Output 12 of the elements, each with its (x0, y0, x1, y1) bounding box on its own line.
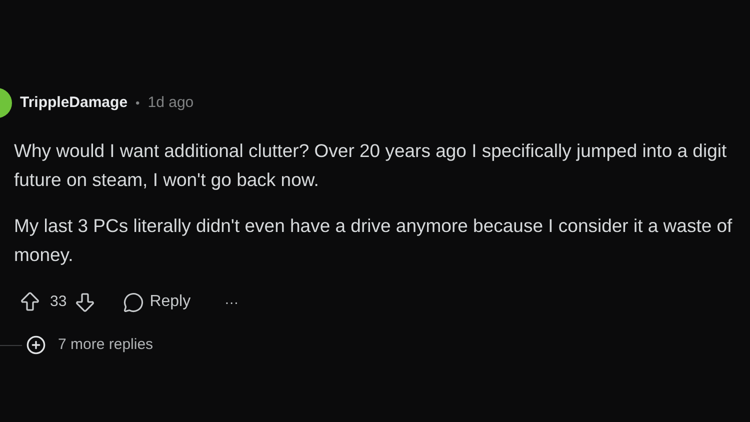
upvote-icon[interactable] (18, 290, 42, 314)
vote-count: 33 (50, 292, 67, 312)
comment-paragraph: Why would I want additional clutter? Over 20 years ago I specifically jumped into a digit future on steam, I won't go back now. (14, 139, 727, 192)
more-options-button[interactable]: ··· (224, 292, 239, 312)
author-name[interactable]: TrippleDamage (20, 92, 128, 114)
comment-time: 1d ago (148, 92, 194, 113)
more-replies-button[interactable]: 7 more replies (26, 334, 154, 356)
separator-dot: • (136, 95, 140, 112)
comment-paragraph: My last 3 PCs literally didn't even have a drive anymore because I consider it a waste of money. (14, 214, 732, 267)
speech-bubble-icon (122, 292, 144, 312)
reply-button[interactable]: Reply (122, 290, 191, 314)
plus-circle-icon (26, 335, 46, 355)
